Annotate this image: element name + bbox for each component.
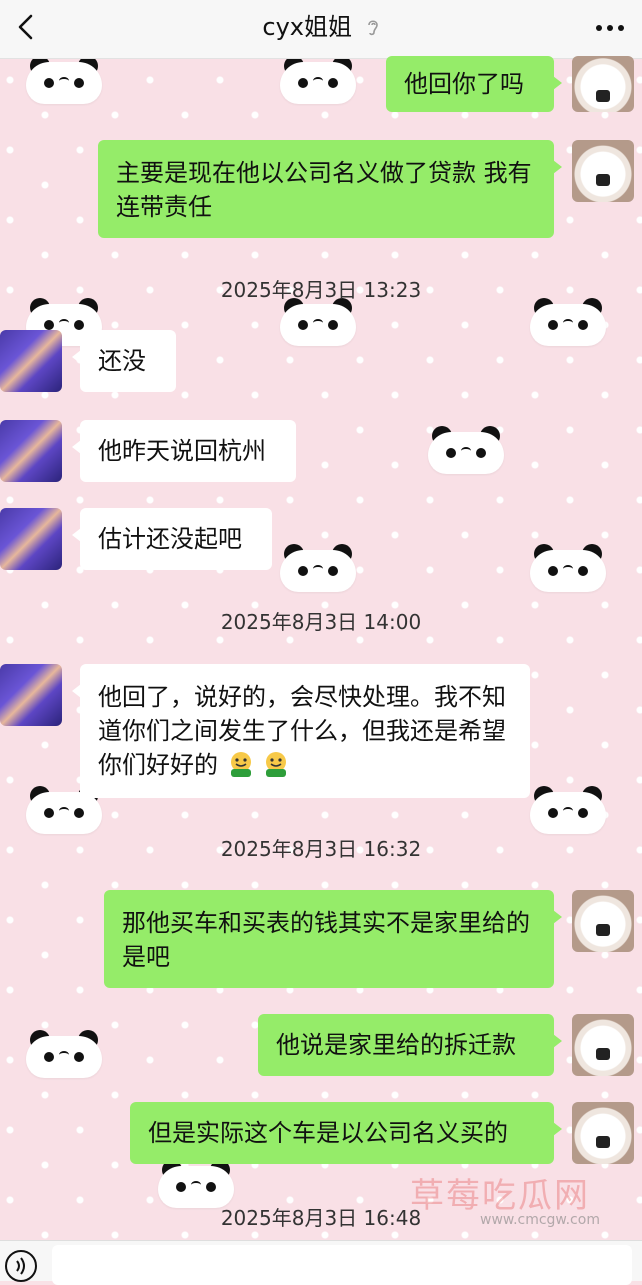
message-bubble-received[interactable]: 他回了，说好的，会尽快处理。我不知道你们之间发生了什么，但我还是希望你们好好的	[72, 664, 530, 798]
panda-decoration	[428, 426, 504, 476]
message-text: 他回你了吗	[404, 70, 524, 98]
contact-avatar[interactable]	[0, 330, 62, 392]
input-bar	[0, 1240, 642, 1285]
message-text: 但是实际这个车是以公司名义买的	[148, 1119, 508, 1147]
voice-icon[interactable]	[4, 1249, 38, 1283]
contact-avatar[interactable]	[0, 664, 62, 726]
ear-icon	[367, 20, 378, 36]
contact-avatar[interactable]	[0, 508, 62, 570]
panda-decoration	[530, 298, 606, 348]
my-avatar[interactable]	[572, 1102, 634, 1164]
my-avatar[interactable]	[572, 1014, 634, 1076]
timestamp: 2025年8月3日 14:00	[220, 610, 422, 634]
message-text: 估计还没起吧	[98, 525, 242, 553]
message-bubble-sent[interactable]: 他说是家里给的拆迁款	[258, 1014, 562, 1076]
panda-decoration	[530, 544, 606, 594]
chat-title: cyx姐姐	[0, 12, 642, 42]
panda-decoration	[158, 1160, 234, 1210]
chat-header: cyx姐姐	[0, 0, 642, 59]
hugging-face-icon	[266, 752, 287, 777]
message-bubble-received[interactable]: 他昨天说回杭州	[72, 420, 296, 482]
panda-decoration	[530, 786, 606, 836]
timestamp: 2025年8月3日 13:23	[220, 278, 422, 302]
my-avatar[interactable]	[572, 890, 634, 952]
more-dots-icon[interactable]	[592, 16, 628, 40]
timestamp: 2025年8月3日 16:32	[220, 837, 422, 861]
message-text: 那他买车和买表的钱其实不是家里给的是吧	[122, 909, 530, 971]
panda-decoration	[280, 298, 356, 348]
message-bubble-sent[interactable]: 他回你了吗	[386, 56, 562, 112]
message-bubble-sent[interactable]: 那他买车和买表的钱其实不是家里给的是吧	[104, 890, 562, 988]
timestamp: 2025年8月3日 16:48	[220, 1206, 422, 1230]
contact-avatar[interactable]	[0, 420, 62, 482]
hugging-face-icon	[230, 752, 251, 777]
message-bubble-received[interactable]: 估计还没起吧	[72, 508, 272, 570]
message-text: 还没	[98, 347, 146, 375]
panda-decoration	[26, 1030, 102, 1080]
message-text: 主要是现在他以公司名义做了贷款 我有连带责任	[116, 159, 532, 221]
my-avatar[interactable]	[572, 140, 634, 202]
panda-decoration	[280, 544, 356, 594]
message-text: 他昨天说回杭州	[98, 437, 266, 465]
message-text: 他说是家里给的拆迁款	[276, 1031, 516, 1059]
panda-decoration	[280, 56, 356, 106]
message-bubble-received[interactable]: 还没	[72, 330, 176, 392]
my-avatar[interactable]	[572, 56, 634, 112]
message-bubble-sent[interactable]: 主要是现在他以公司名义做了贷款 我有连带责任	[98, 140, 562, 238]
contact-name: cyx姐姐	[262, 13, 352, 41]
panda-decoration	[26, 56, 102, 106]
message-input[interactable]	[52, 1245, 632, 1285]
message-text: 他回了，说好的，会尽快处理。我不知道你们之间发生了什么，但我还是希望你们好好的	[98, 683, 506, 779]
message-bubble-sent[interactable]: 但是实际这个车是以公司名义买的	[130, 1102, 562, 1164]
